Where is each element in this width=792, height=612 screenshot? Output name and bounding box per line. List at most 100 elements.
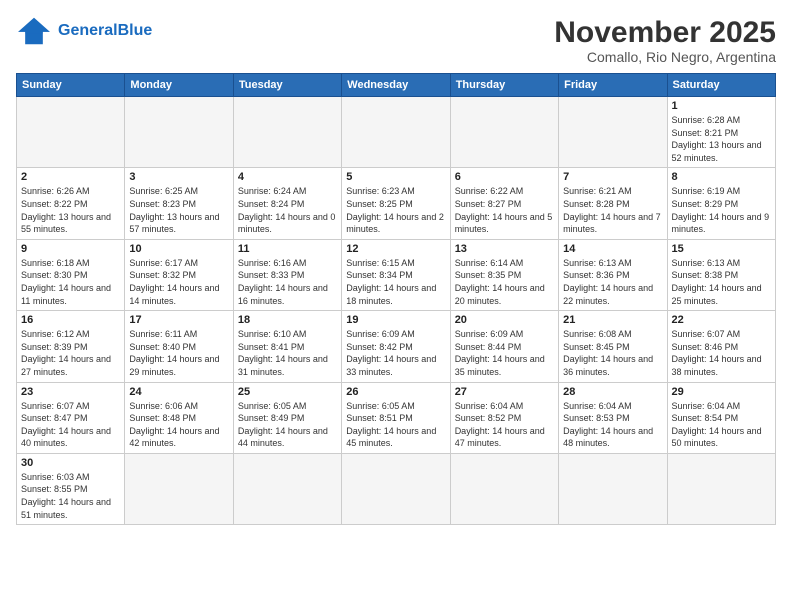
day-header-monday: Monday bbox=[125, 74, 233, 97]
calendar-cell: 23Sunrise: 6:07 AM Sunset: 8:47 PM Dayli… bbox=[17, 382, 125, 453]
day-info: Sunrise: 6:19 AM Sunset: 8:29 PM Dayligh… bbox=[672, 185, 771, 235]
day-number: 24 bbox=[129, 386, 228, 398]
header: GeneralBlue November 2025 Comallo, Rio N… bbox=[16, 16, 776, 65]
day-number: 27 bbox=[455, 386, 554, 398]
day-number: 10 bbox=[129, 243, 228, 255]
day-number: 7 bbox=[563, 171, 662, 183]
day-header-tuesday: Tuesday bbox=[233, 74, 341, 97]
day-info: Sunrise: 6:11 AM Sunset: 8:40 PM Dayligh… bbox=[129, 328, 228, 378]
calendar-cell: 9Sunrise: 6:18 AM Sunset: 8:30 PM Daylig… bbox=[17, 239, 125, 310]
day-info: Sunrise: 6:05 AM Sunset: 8:51 PM Dayligh… bbox=[346, 400, 445, 450]
day-number: 17 bbox=[129, 314, 228, 326]
day-info: Sunrise: 6:24 AM Sunset: 8:24 PM Dayligh… bbox=[238, 185, 337, 235]
day-number: 19 bbox=[346, 314, 445, 326]
calendar-cell: 12 Sunrise: 6:15 AM Sunset: 8:34 PM Dayli… bbox=[342, 239, 450, 310]
day-number: 22 bbox=[672, 314, 771, 326]
day-info: Sunrise: 6:25 AM Sunset: 8:23 PM Dayligh… bbox=[129, 185, 228, 235]
day-header-thursday: Thursday bbox=[450, 74, 558, 97]
day-number: 16 bbox=[21, 314, 120, 326]
calendar-cell: 26 Sunrise: 6:05 AM Sunset: 8:51 PM Dayli… bbox=[342, 382, 450, 453]
day-info: Sunrise: 6:26 AM Sunset: 8:22 PM Dayligh… bbox=[21, 185, 120, 235]
day-header-friday: Friday bbox=[559, 74, 667, 97]
calendar-cell: 25 Sunrise: 6:05 AM Sunset: 8:49 PM Dayli… bbox=[233, 382, 341, 453]
day-header-sunday: Sunday bbox=[17, 74, 125, 97]
logo-general: General bbox=[58, 22, 118, 39]
day-number: 14 bbox=[563, 243, 662, 255]
day-number: 28 bbox=[563, 386, 662, 398]
calendar-cell bbox=[450, 453, 558, 524]
day-number: 2 bbox=[21, 171, 120, 183]
calendar-cell: 15Sunrise: 6:13 AM Sunset: 8:38 PM Dayli… bbox=[667, 239, 775, 310]
calendar-cell: 11 Sunrise: 6:16 AM Sunset: 8:33 PM Dayli… bbox=[233, 239, 341, 310]
calendar-cell bbox=[667, 453, 775, 524]
calendar-cell: 27 Sunrise: 6:04 AM Sunset: 8:52 PM Dayli… bbox=[450, 382, 558, 453]
calendar-cell bbox=[233, 97, 341, 168]
day-info: Sunrise: 6:13 AM Sunset: 8:36 PM Dayligh… bbox=[563, 257, 662, 307]
calendar-cell: 28 Sunrise: 6:04 AM Sunset: 8:53 PM Dayli… bbox=[559, 382, 667, 453]
calendar-cell bbox=[559, 97, 667, 168]
calendar-cell: 3 Sunrise: 6:25 AM Sunset: 8:23 PM Daylig… bbox=[125, 168, 233, 239]
calendar-cell: 5 Sunrise: 6:23 AM Sunset: 8:25 PM Daylig… bbox=[342, 168, 450, 239]
day-info: Sunrise: 6:09 AM Sunset: 8:42 PM Dayligh… bbox=[346, 328, 445, 378]
day-info: Sunrise: 6:21 AM Sunset: 8:28 PM Dayligh… bbox=[563, 185, 662, 235]
day-number: 25 bbox=[238, 386, 337, 398]
calendar-cell bbox=[450, 97, 558, 168]
day-number: 18 bbox=[238, 314, 337, 326]
day-info: Sunrise: 6:28 AM Sunset: 8:21 PM Dayligh… bbox=[672, 114, 771, 164]
calendar-cell: 7 Sunrise: 6:21 AM Sunset: 8:28 PM Daylig… bbox=[559, 168, 667, 239]
calendar-cell bbox=[559, 453, 667, 524]
day-number: 3 bbox=[129, 171, 228, 183]
day-info: Sunrise: 6:05 AM Sunset: 8:49 PM Dayligh… bbox=[238, 400, 337, 450]
calendar-cell: 1Sunrise: 6:28 AM Sunset: 8:21 PM Daylig… bbox=[667, 97, 775, 168]
day-info: Sunrise: 6:04 AM Sunset: 8:53 PM Dayligh… bbox=[563, 400, 662, 450]
calendar-cell bbox=[233, 453, 341, 524]
day-number: 4 bbox=[238, 171, 337, 183]
day-info: Sunrise: 6:12 AM Sunset: 8:39 PM Dayligh… bbox=[21, 328, 120, 378]
day-number: 20 bbox=[455, 314, 554, 326]
title-block: November 2025 Comallo, Rio Negro, Argent… bbox=[554, 16, 776, 65]
day-info: Sunrise: 6:06 AM Sunset: 8:48 PM Dayligh… bbox=[129, 400, 228, 450]
day-number: 6 bbox=[455, 171, 554, 183]
day-info: Sunrise: 6:04 AM Sunset: 8:52 PM Dayligh… bbox=[455, 400, 554, 450]
calendar-cell: 10 Sunrise: 6:17 AM Sunset: 8:32 PM Dayli… bbox=[125, 239, 233, 310]
day-info: Sunrise: 6:14 AM Sunset: 8:35 PM Dayligh… bbox=[455, 257, 554, 307]
day-header-saturday: Saturday bbox=[667, 74, 775, 97]
day-number: 13 bbox=[455, 243, 554, 255]
day-info: Sunrise: 6:09 AM Sunset: 8:44 PM Dayligh… bbox=[455, 328, 554, 378]
day-number: 5 bbox=[346, 171, 445, 183]
calendar-cell: 8Sunrise: 6:19 AM Sunset: 8:29 PM Daylig… bbox=[667, 168, 775, 239]
day-info: Sunrise: 6:10 AM Sunset: 8:41 PM Dayligh… bbox=[238, 328, 337, 378]
logo-icon bbox=[16, 16, 52, 46]
calendar-cell: 18 Sunrise: 6:10 AM Sunset: 8:41 PM Dayli… bbox=[233, 311, 341, 382]
day-info: Sunrise: 6:04 AM Sunset: 8:54 PM Dayligh… bbox=[672, 400, 771, 450]
day-number: 11 bbox=[238, 243, 337, 255]
day-info: Sunrise: 6:08 AM Sunset: 8:45 PM Dayligh… bbox=[563, 328, 662, 378]
calendar-cell bbox=[17, 97, 125, 168]
day-header-wednesday: Wednesday bbox=[342, 74, 450, 97]
day-info: Sunrise: 6:07 AM Sunset: 8:46 PM Dayligh… bbox=[672, 328, 771, 378]
day-info: Sunrise: 6:23 AM Sunset: 8:25 PM Dayligh… bbox=[346, 185, 445, 235]
calendar-cell: 2 Sunrise: 6:26 AM Sunset: 8:22 PM Daylig… bbox=[17, 168, 125, 239]
day-info: Sunrise: 6:22 AM Sunset: 8:27 PM Dayligh… bbox=[455, 185, 554, 235]
calendar-cell: 4 Sunrise: 6:24 AM Sunset: 8:24 PM Daylig… bbox=[233, 168, 341, 239]
day-number: 26 bbox=[346, 386, 445, 398]
logo-text: GeneralBlue bbox=[58, 22, 152, 40]
logo-blue: Blue bbox=[118, 22, 153, 39]
day-number: 12 bbox=[346, 243, 445, 255]
calendar-cell: 16 Sunrise: 6:12 AM Sunset: 8:39 PM Dayli… bbox=[17, 311, 125, 382]
calendar-cell bbox=[125, 97, 233, 168]
calendar-cell bbox=[342, 453, 450, 524]
calendar-cell: 22 Sunrise: 6:07 AM Sunset: 8:46 PM Dayli… bbox=[667, 311, 775, 382]
day-info: Sunrise: 6:16 AM Sunset: 8:33 PM Dayligh… bbox=[238, 257, 337, 307]
calendar-cell: 20 Sunrise: 6:09 AM Sunset: 8:44 PM Dayli… bbox=[450, 311, 558, 382]
day-info: Sunrise: 6:15 AM Sunset: 8:34 PM Dayligh… bbox=[346, 257, 445, 307]
day-number: 23 bbox=[21, 386, 120, 398]
calendar-cell: 13 Sunrise: 6:14 AM Sunset: 8:35 PM Dayli… bbox=[450, 239, 558, 310]
calendar-cell: 30Sunrise: 6:03 AM Sunset: 8:55 PM Dayli… bbox=[17, 453, 125, 524]
calendar-cell bbox=[125, 453, 233, 524]
day-info: Sunrise: 6:17 AM Sunset: 8:32 PM Dayligh… bbox=[129, 257, 228, 307]
day-number: 30 bbox=[21, 457, 120, 469]
page: GeneralBlue November 2025 Comallo, Rio N… bbox=[0, 0, 792, 612]
logo: GeneralBlue bbox=[16, 16, 152, 46]
calendar-cell: 24 Sunrise: 6:06 AM Sunset: 8:48 PM Dayli… bbox=[125, 382, 233, 453]
